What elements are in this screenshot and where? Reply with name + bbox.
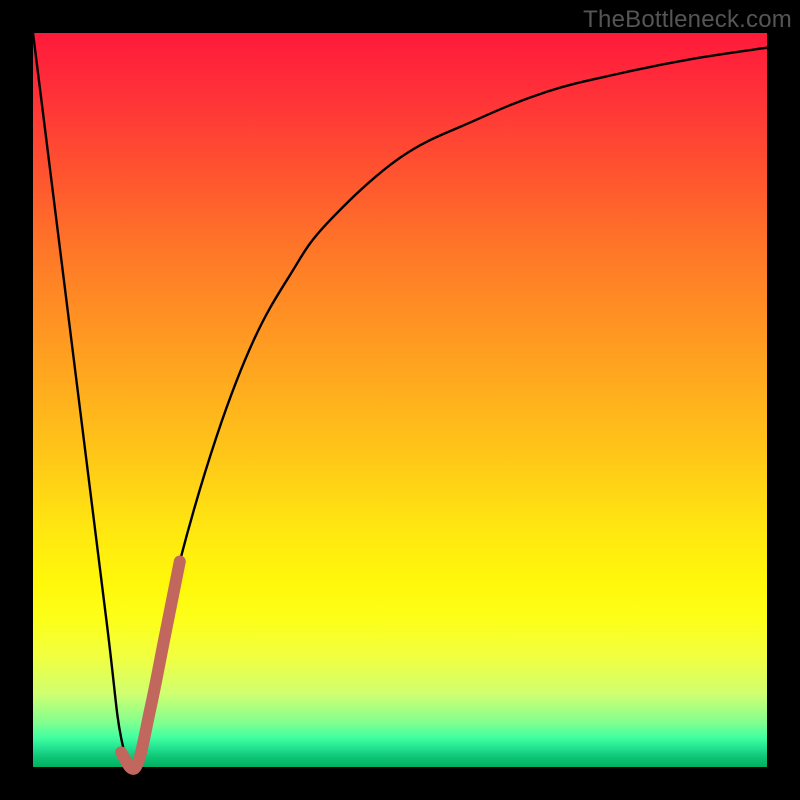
chart-frame: TheBottleneck.com: [0, 0, 800, 800]
highlight-segment: [121, 561, 180, 768]
chart-svg: [33, 33, 767, 767]
bottleneck-curve: [33, 33, 767, 769]
watermark-text: TheBottleneck.com: [583, 6, 792, 34]
